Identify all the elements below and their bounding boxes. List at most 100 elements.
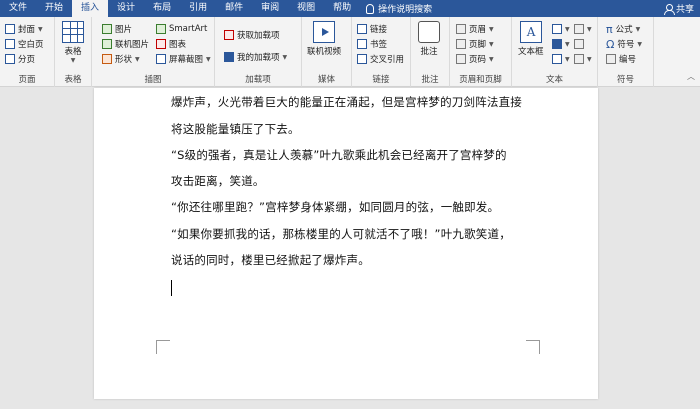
addins-icon [224,52,234,62]
wordart-icon [552,39,562,49]
chevron-down-icon: ▼ [635,25,641,33]
textbox-icon [519,21,542,43]
cross-reference-button[interactable]: 交叉引用 [357,53,404,65]
chevron-down-icon: ▼ [637,40,643,48]
tab-layout[interactable]: 布局 [144,0,180,17]
group-text: 文本框 ▼ ▼ ▼ ▼ ▼ 文本 [512,17,598,87]
group-header-footer: 页眉 ▼ 页脚 ▼ 页码 ▼ 页眉和页脚 [450,17,512,87]
blank-page-icon [5,39,15,49]
online-picture-icon [102,39,112,49]
object-button[interactable]: ▼ [574,53,592,65]
smartart-button[interactable]: SmartArt [156,23,207,35]
tab-review[interactable]: 审阅 [252,0,288,17]
group-media: 联机视频 媒体 [302,17,352,87]
group-label-illustrations: 插图 [144,75,162,85]
wordart-button[interactable]: ▼ [552,38,570,50]
bookmark-button[interactable]: 书签 [357,38,387,50]
share-button[interactable]: 共享 [663,0,694,17]
tab-view[interactable]: 视图 [288,0,324,17]
group-addins: 获取加载项 我的加载项 ▼ 加载项 [215,17,302,87]
blank-page-button[interactable]: 空白页 [5,38,44,50]
tab-mailings[interactable]: 邮件 [216,0,252,17]
doc-line-1: 爆炸声，火光带着巨大的能量正在涌起，但是宫梓梦的刀剑阵法直接 [171,94,522,110]
text-cursor [171,280,172,296]
header-button[interactable]: 页眉 ▼ [456,23,494,35]
cover-page-button[interactable]: 封面 ▼ [5,23,43,35]
symbol-button[interactable]: Ω 符号 ▼ [606,37,643,51]
group-label-comments: 批注 [421,75,439,85]
tab-insert[interactable]: 插入 [72,0,109,17]
chevron-down-icon: ▼ [135,55,140,63]
screenshot-button[interactable]: 屏幕截图 ▼ [156,53,211,65]
textbox-button[interactable]: 文本框 [518,21,544,57]
my-addins-button[interactable]: 我的加载项 ▼ [224,51,287,63]
page-break-button[interactable]: 分页 [5,53,35,65]
chevron-down-icon: ▼ [565,55,570,63]
tab-file[interactable]: 文件 [0,0,36,17]
tell-me-box[interactable]: 操作说明搜索 [366,2,432,15]
tab-home[interactable]: 开始 [36,0,72,17]
footer-icon [456,39,466,49]
object-icon [574,54,584,64]
quick-parts-icon [552,24,562,34]
chevron-down-icon: ▼ [489,40,494,48]
tab-design[interactable]: 设计 [108,0,144,17]
doc-line-5: “你还往哪里跑？”宫梓梦身体紧绷，如同圆月的弦，一触即发。 [171,200,500,214]
number-button[interactable]: 编号 [606,53,636,65]
chevron-down-icon: ▼ [489,55,494,63]
new-comment-button[interactable]: 批注 [418,21,440,57]
group-label-addins: 加载项 [245,75,271,85]
omega-icon: Ω [606,37,615,51]
group-label-links: 链接 [372,75,390,85]
number-icon [606,54,616,64]
quick-parts-button[interactable]: ▼ [552,23,570,35]
table-button[interactable]: 表格 ▼ [62,21,84,64]
header-icon [456,24,466,34]
chart-icon [156,39,166,49]
equation-button[interactable]: π 公式 ▼ [606,22,641,36]
drop-cap-button[interactable]: ▼ [552,53,570,65]
shapes-button[interactable]: 形状 ▼ [102,53,140,65]
margin-crop-mark-right [526,340,540,354]
date-time-button[interactable] [574,38,584,50]
vertical-scrollbar[interactable] [696,88,700,409]
pi-icon: π [606,22,613,36]
group-tables: 表格 ▼ 表格 [55,17,92,87]
group-illustrations: 图片 联机图片 形状 ▼ SmartArt 图表 屏幕截图 ▼ 插图 [92,17,215,87]
collapse-ribbon-icon[interactable]: ︿ [687,71,695,82]
doc-line-1-text: 爆炸声，火光带着巨大的能量正在涌起，但是宫梓梦的刀剑阵法直接 [171,95,522,109]
calendar-icon [574,39,584,49]
footer-button[interactable]: 页脚 ▼ [456,38,494,50]
signature-icon [574,24,584,34]
link-icon [357,24,367,34]
chart-button[interactable]: 图表 [156,38,186,50]
get-addins-button[interactable]: 获取加载项 [224,29,280,41]
online-video-button[interactable]: 联机视频 [307,21,341,57]
tab-help[interactable]: 帮助 [324,0,360,17]
link-button[interactable]: 链接 [357,23,387,35]
margin-crop-mark-left [156,340,170,354]
chevron-down-icon: ▼ [565,40,570,48]
ribbon-insert: 封面 ▼ 空白页 分页 页面 表格 ▼ 表格 图片 联机图片 形状 ▼ SmartAr… [0,17,700,87]
shapes-icon [102,54,112,64]
chevron-down-icon: ▼ [282,53,288,61]
doc-line-7: 说话的同时，楼里已经掀起了爆炸声。 [171,253,370,267]
page-number-button[interactable]: 页码 ▼ [456,53,494,65]
tab-references[interactable]: 引用 [180,0,216,17]
document-area: 爆炸声，火光带着巨大的能量正在涌起，但是宫梓梦的刀剑阵法直接 将这股能量镇压了下… [0,88,700,409]
bookmark-icon [357,39,367,49]
online-pictures-button[interactable]: 联机图片 [102,38,149,50]
lightbulb-icon [366,3,375,14]
ribbon-tab-bar: 文件 开始 插入 设计 布局 引用 邮件 审阅 视图 帮助 操作说明搜索 共享 [0,0,700,17]
group-symbols: π 公式 ▼ Ω 符号 ▼ 编号 符号 [598,17,654,87]
group-label-pages: 页面 [18,75,36,85]
group-comments: 批注 批注 [411,17,450,87]
group-label-header-footer: 页眉和页脚 [459,75,502,85]
group-links: 链接 书签 交叉引用 链接 [352,17,411,87]
signature-line-button[interactable]: ▼ [574,23,592,35]
document-page[interactable]: 爆炸声，火光带着巨大的能量正在涌起，但是宫梓梦的刀剑阵法直接 将这股能量镇压了下… [94,88,598,399]
cross-reference-icon [357,54,367,64]
pictures-button[interactable]: 图片 [102,23,132,35]
drop-cap-icon [552,54,562,64]
group-label-tables: 表格 [64,75,82,85]
